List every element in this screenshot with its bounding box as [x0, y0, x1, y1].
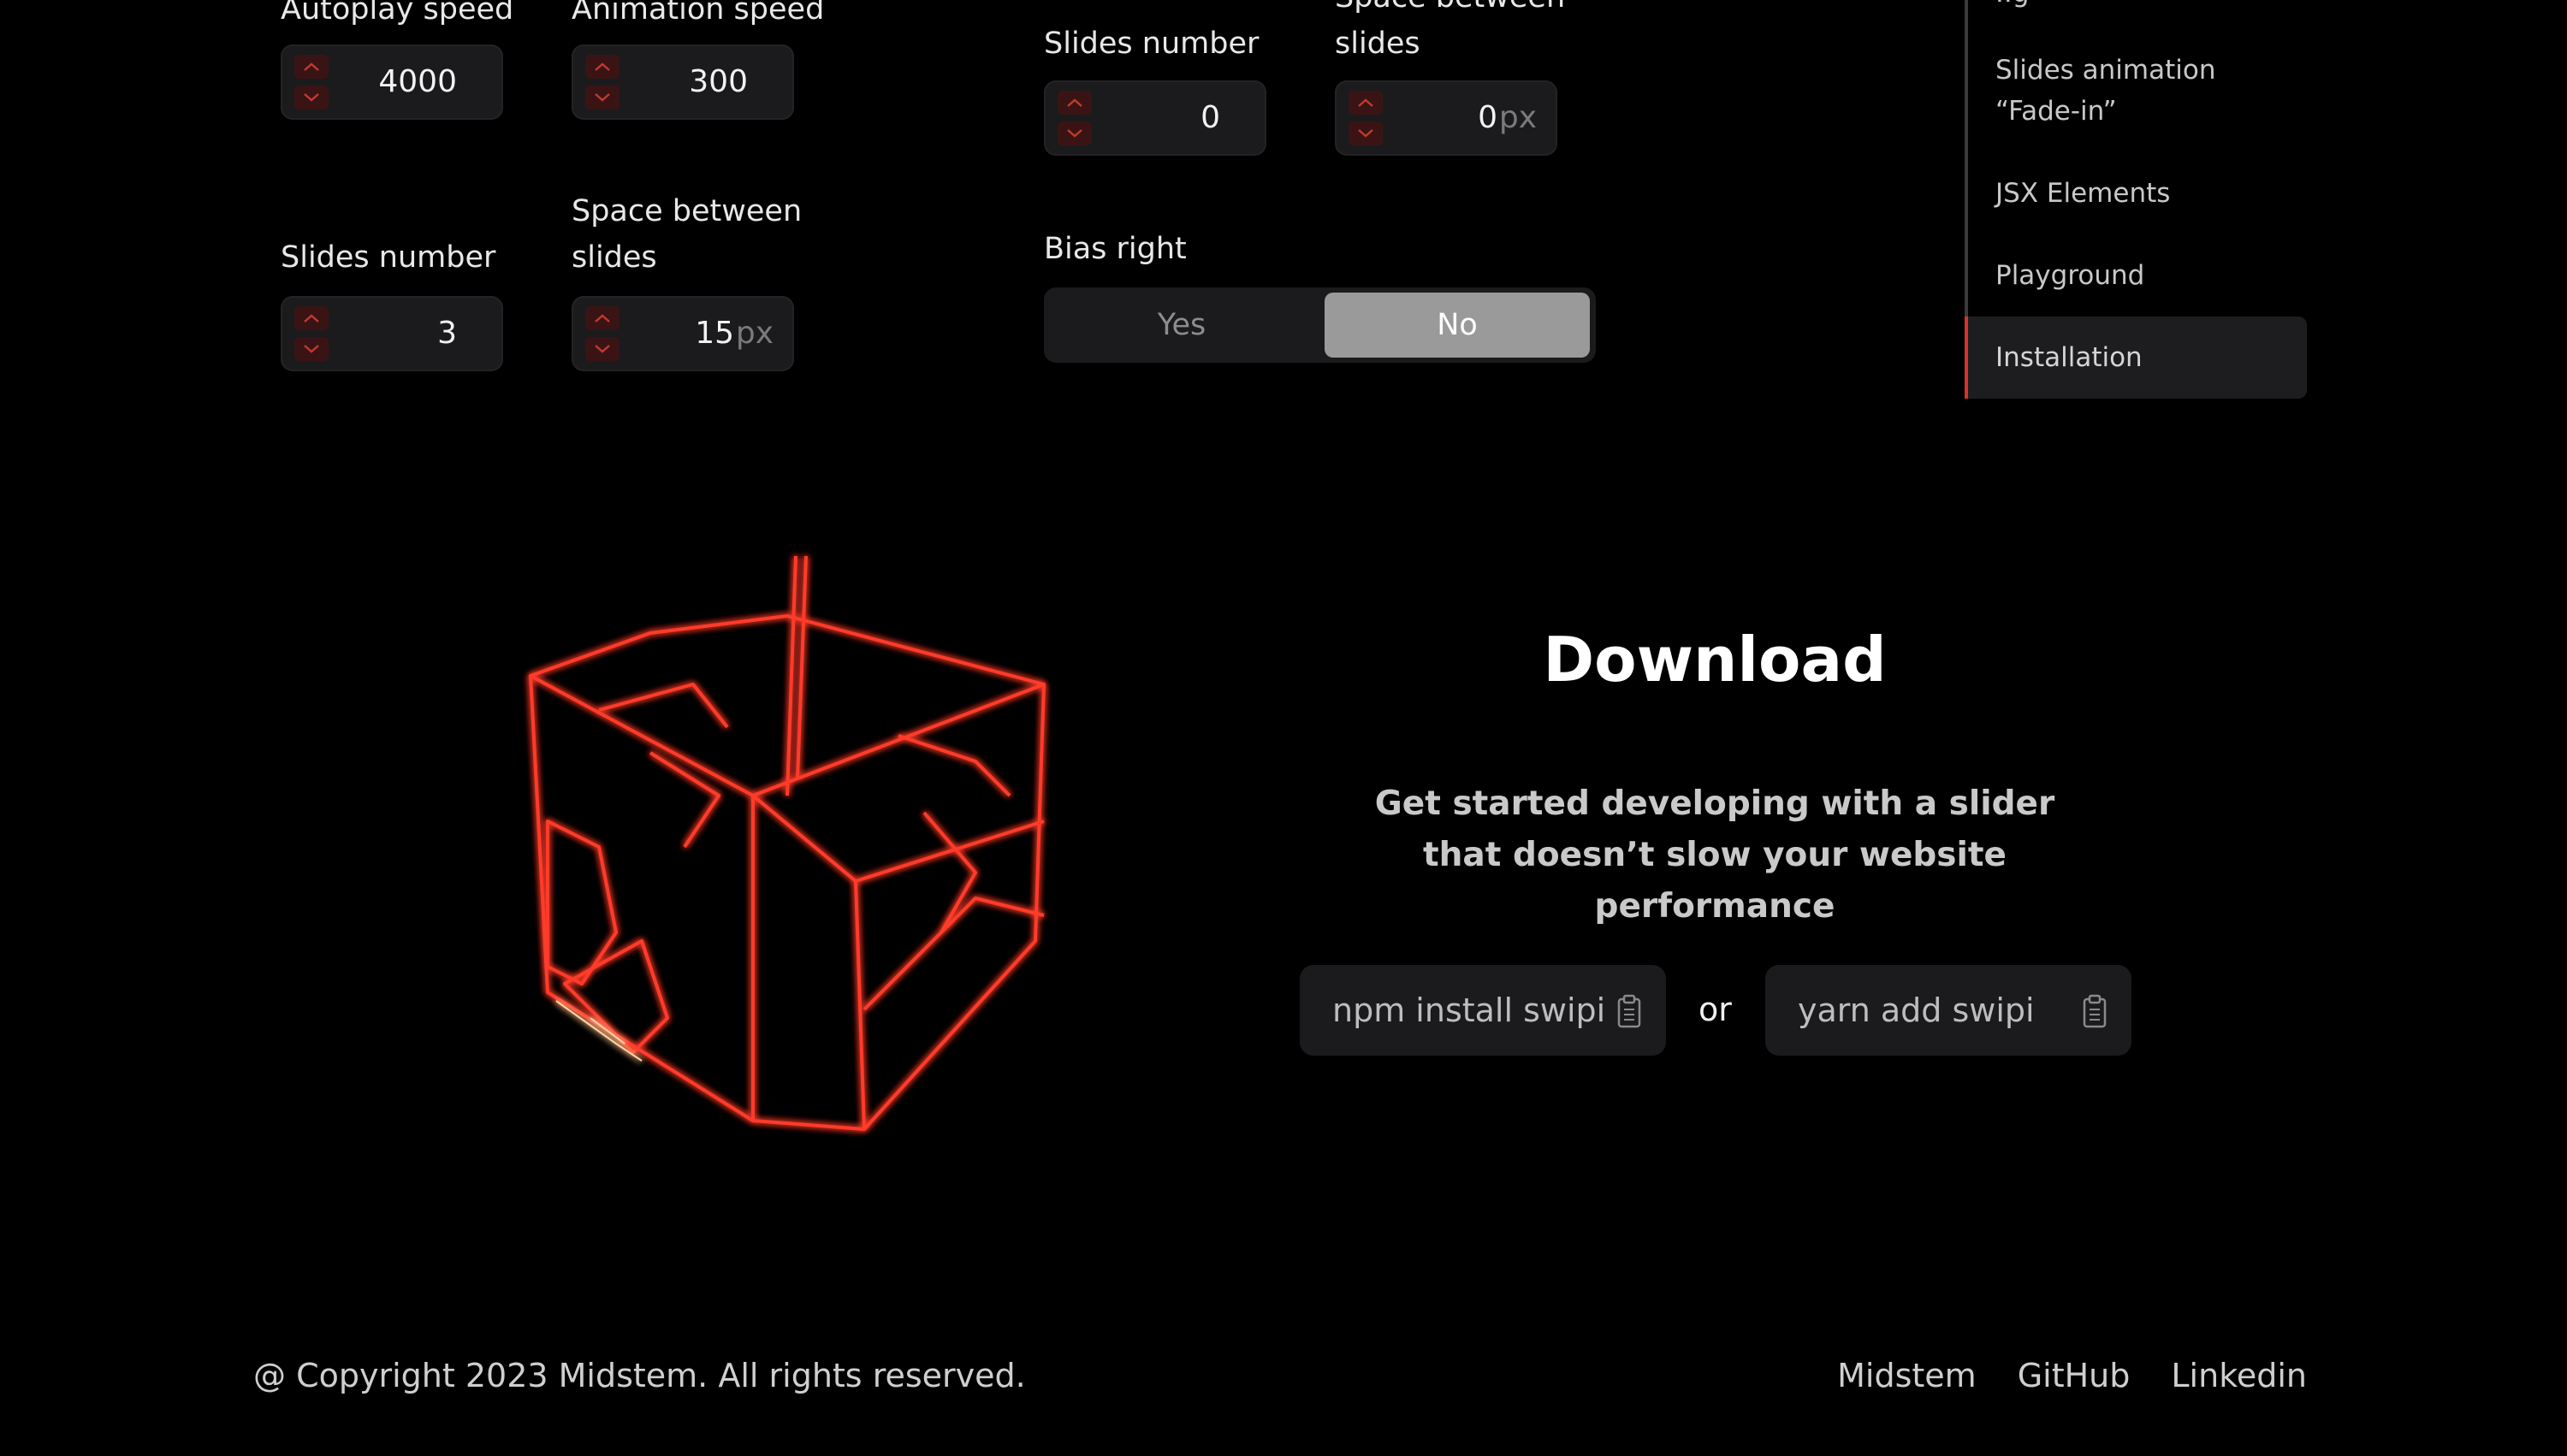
bias-right-no-option[interactable]: No	[1325, 293, 1590, 358]
clipboard-icon[interactable]	[1616, 994, 1642, 1028]
neon-cube-illustration	[529, 555, 1046, 1131]
space-between-value[interactable]: 15	[695, 296, 734, 371]
chevron-down-icon	[304, 345, 319, 353]
increment-button[interactable]	[585, 306, 620, 330]
download-subtitle: Get started developing with a slider tha…	[1374, 784, 2055, 926]
chevron-down-icon	[1067, 129, 1082, 138]
footer-copyright: @ Copyright 2023 Midstem. All rights res…	[253, 1357, 1026, 1394]
sidebar-item-jsx-elements[interactable]: JSX Elements	[1965, 173, 2307, 214]
decrement-button[interactable]	[294, 86, 329, 109]
slides-number-label: Slides number	[1044, 27, 1260, 61]
decrement-button[interactable]	[585, 86, 620, 109]
space-between-field[interactable]: 0 px	[1335, 80, 1557, 156]
chevron-up-icon	[595, 62, 610, 71]
footer-link-midstem[interactable]: Midstem	[1837, 1350, 1977, 1401]
footer-links: Midstem GitHub Linkedin	[1837, 1350, 2307, 1401]
autoplay-speed-value[interactable]: 4000	[378, 44, 457, 120]
autoplay-speed-field[interactable]: 4000	[281, 44, 503, 120]
decrement-button[interactable]	[294, 337, 329, 361]
increment-button[interactable]	[1349, 91, 1383, 115]
chevron-up-icon	[304, 62, 319, 71]
sidebar-item-cut-off[interactable]: ..g	[1965, 0, 2307, 14]
decrement-button[interactable]	[1058, 121, 1092, 145]
clipboard-icon[interactable]	[2082, 994, 2108, 1028]
slides-number-label: Slides number	[281, 240, 496, 275]
sidebar-nav: ..g Slides animation “Fade-in” JSX Eleme…	[1965, 0, 2307, 399]
bias-right-yes-option[interactable]: Yes	[1049, 293, 1314, 358]
animation-speed-value[interactable]: 300	[689, 44, 748, 120]
sidebar-item-fade-in[interactable]: Slides animation “Fade-in”	[1965, 50, 2256, 132]
slides-number-value[interactable]: 3	[437, 296, 457, 371]
bias-right-toggle[interactable]: Yes No	[1044, 287, 1596, 363]
chevron-down-icon	[304, 93, 319, 102]
decrement-button[interactable]	[1349, 121, 1383, 145]
chevron-up-icon	[304, 314, 319, 323]
chevron-down-icon	[595, 345, 610, 353]
chevron-up-icon	[1358, 98, 1373, 107]
npm-command-box[interactable]: npm install swipi	[1300, 965, 1666, 1056]
slides-number-value[interactable]: 0	[1201, 80, 1220, 156]
animation-speed-label: Animation speed	[572, 0, 825, 27]
animation-speed-field[interactable]: 300	[572, 44, 794, 120]
or-separator: or	[1698, 991, 1732, 1028]
sidebar-item-installation[interactable]: Installation	[1965, 317, 2307, 399]
download-title: Download	[1543, 624, 1887, 695]
increment-button[interactable]	[294, 306, 329, 330]
chevron-up-icon	[1067, 98, 1082, 107]
slides-number-field[interactable]: 0	[1044, 80, 1266, 156]
space-between-field[interactable]: 15 px	[572, 296, 794, 371]
autoplay-speed-label: Autoplay speed	[281, 0, 514, 27]
bias-right-label: Bias right	[1044, 232, 1187, 266]
chevron-down-icon	[1358, 129, 1373, 138]
increment-button[interactable]	[1058, 91, 1092, 115]
npm-command-text: npm install swipi	[1332, 991, 1606, 1029]
yarn-command-box[interactable]: yarn add swipi	[1765, 965, 2131, 1056]
slides-number-field[interactable]: 3	[281, 296, 503, 371]
yarn-command-text: yarn add swipi	[1798, 991, 2035, 1029]
px-unit: px	[1498, 100, 1537, 135]
chevron-up-icon	[595, 314, 610, 323]
increment-button[interactable]	[294, 55, 329, 79]
px-unit: px	[735, 316, 774, 351]
sidebar-item-playground[interactable]: Playground	[1965, 255, 2307, 296]
footer-link-linkedin[interactable]: Linkedin	[2171, 1350, 2307, 1401]
footer-link-github[interactable]: GitHub	[2018, 1350, 2131, 1401]
increment-button[interactable]	[585, 55, 620, 79]
space-between-label: Space between slides	[572, 194, 803, 275]
chevron-down-icon	[595, 93, 610, 102]
space-between-label: Space between slides	[1335, 0, 1565, 61]
decrement-button[interactable]	[585, 337, 620, 361]
space-between-value[interactable]: 0	[1478, 80, 1497, 156]
